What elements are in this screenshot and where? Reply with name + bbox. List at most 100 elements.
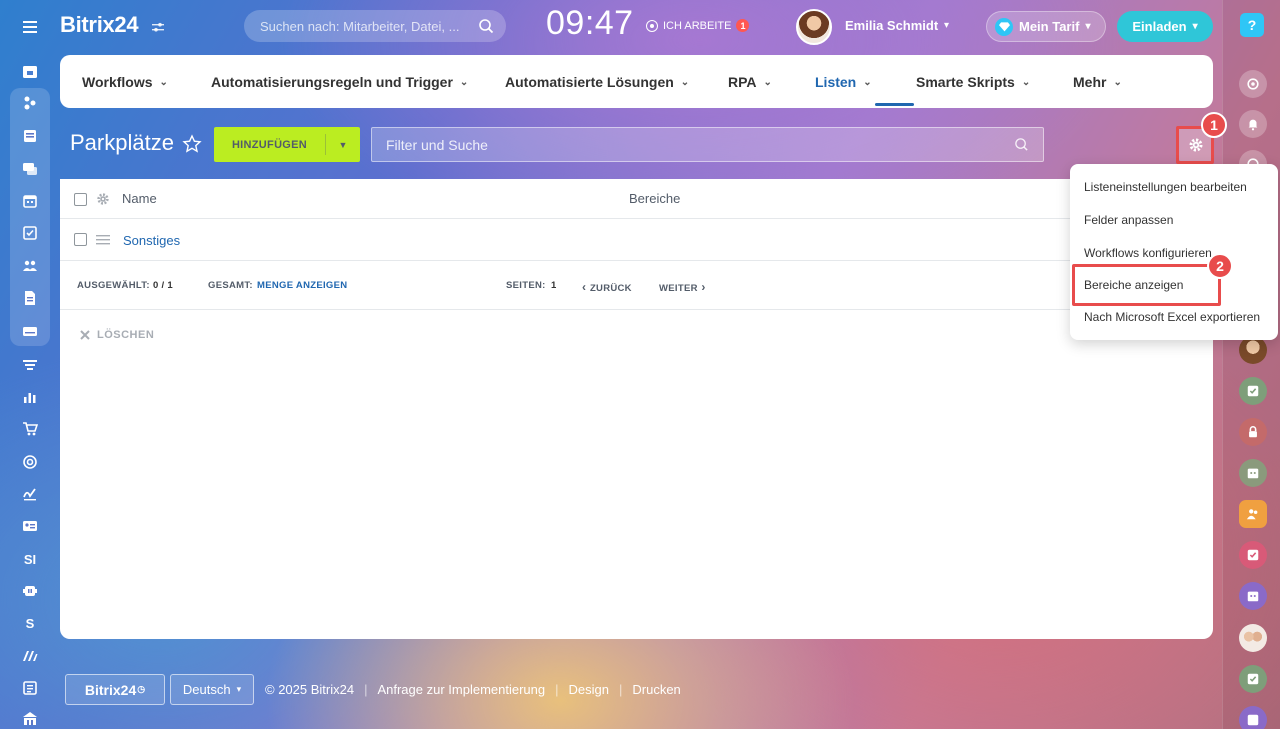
robot-icon[interactable] bbox=[19, 580, 41, 602]
menu-item-customize-fields[interactable]: Felder anpassen bbox=[1084, 213, 1173, 227]
pages-label: SEITEN: bbox=[506, 280, 546, 291]
divider: | bbox=[618, 682, 623, 697]
analytics-icon[interactable] bbox=[19, 386, 41, 408]
tab-automation-rules[interactable]: Automatisierungsregeln und Trigger ⌄ bbox=[211, 74, 468, 90]
task-check-icon[interactable] bbox=[1239, 706, 1267, 729]
tab-label: RPA bbox=[728, 74, 757, 90]
row-menu-icon[interactable] bbox=[96, 234, 110, 246]
contact-avatar[interactable] bbox=[1239, 336, 1267, 364]
delete-label: LÖSCHEN bbox=[97, 329, 155, 341]
prev-page-button[interactable]: ‹ ZURÜCK bbox=[582, 280, 632, 294]
select-all-checkbox[interactable] bbox=[74, 193, 87, 206]
delete-button[interactable]: LÖSCHEN bbox=[80, 329, 154, 341]
footer-link-implementation[interactable]: Anfrage zur Implementierung bbox=[377, 682, 545, 697]
calendar-icon[interactable] bbox=[1239, 459, 1267, 487]
shop-cart-icon[interactable] bbox=[19, 418, 41, 440]
signature-icon[interactable] bbox=[19, 483, 41, 505]
chevron-left-icon: ‹ bbox=[582, 280, 590, 294]
footer-link-design[interactable]: Design bbox=[569, 682, 609, 697]
bitrix24-footer-button[interactable]: Bitrix24 ◷ bbox=[65, 674, 165, 705]
task-check-icon[interactable] bbox=[1239, 665, 1267, 693]
filter-search-input[interactable]: Filter und Suche bbox=[371, 127, 1044, 162]
tab-lists[interactable]: Listen ⌄ bbox=[815, 74, 872, 90]
feed-icon[interactable] bbox=[19, 125, 41, 147]
bitrix24-logo[interactable]: Bitrix24 bbox=[60, 12, 139, 38]
tab-rpa[interactable]: RPA ⌄ bbox=[728, 74, 772, 90]
filter-placeholder: Filter und Suche bbox=[386, 136, 488, 153]
next-page-button[interactable]: WEITER › bbox=[659, 280, 706, 294]
gear-icon[interactable] bbox=[96, 192, 110, 206]
language-select[interactable]: Deutsch ▾ bbox=[170, 674, 254, 705]
invite-button[interactable]: Einladen ▾ bbox=[1117, 11, 1213, 42]
documents-icon[interactable] bbox=[19, 287, 41, 309]
my-tarif-button[interactable]: Mein Tarif ▾ bbox=[986, 11, 1106, 42]
search-icon bbox=[1015, 138, 1028, 151]
divider: | bbox=[364, 682, 368, 697]
add-button[interactable]: HINZUFÜGEN ▼ bbox=[214, 127, 360, 162]
target-icon[interactable] bbox=[19, 451, 41, 473]
tab-label: Automatisierte Lösungen bbox=[505, 74, 674, 90]
filter-funnel-icon[interactable] bbox=[19, 354, 41, 376]
user-name[interactable]: Emilia Schmidt bbox=[845, 18, 938, 33]
task-check-icon[interactable] bbox=[1239, 377, 1267, 405]
calendar-icon[interactable] bbox=[19, 190, 41, 212]
chevron-down-icon: ▾ bbox=[1085, 21, 1091, 32]
chevron-down-icon: ⌄ bbox=[459, 76, 469, 88]
chevron-down-icon[interactable]: ▾ bbox=[944, 20, 949, 31]
footer-link-print[interactable]: Drucken bbox=[632, 682, 680, 697]
work-status-button[interactable]: ICH ARBEITE 1 bbox=[646, 19, 750, 32]
copilot-icon[interactable] bbox=[1239, 70, 1267, 98]
user-avatar[interactable] bbox=[796, 9, 832, 45]
group-chat-avatar[interactable] bbox=[1239, 624, 1267, 652]
home-icon[interactable] bbox=[19, 60, 41, 82]
calendar-icon[interactable] bbox=[1239, 582, 1267, 610]
drive-icon[interactable] bbox=[19, 320, 41, 342]
row-name-link[interactable]: Sonstiges bbox=[123, 233, 180, 248]
column-header-name[interactable]: Name bbox=[122, 191, 157, 206]
bell-icon[interactable] bbox=[1239, 110, 1267, 138]
tab-automated-solutions[interactable]: Automatisierte Lösungen ⌄ bbox=[505, 74, 689, 90]
column-header-bereiche[interactable]: Bereiche bbox=[629, 191, 680, 206]
automation-icon[interactable] bbox=[19, 92, 41, 114]
language-value: Deutsch bbox=[182, 682, 231, 697]
chevron-down-icon: ▾ bbox=[1192, 21, 1198, 32]
sidebar-item-s[interactable]: S bbox=[19, 612, 41, 634]
sidebar-item-si[interactable]: SI bbox=[19, 548, 41, 570]
next-page-label: WEITER bbox=[659, 283, 698, 294]
tasks-icon[interactable] bbox=[19, 222, 41, 244]
sidebar-item-s-label: S bbox=[25, 615, 35, 631]
menu-item-configure-workflows[interactable]: Workflows konfigurieren bbox=[1084, 246, 1212, 260]
settings-sliders-icon[interactable] bbox=[150, 19, 166, 35]
work-status-badge: 1 bbox=[736, 19, 750, 32]
help-button[interactable]: ? bbox=[1240, 13, 1264, 37]
task-check-icon[interactable] bbox=[1239, 541, 1267, 569]
chevron-down-icon: ⌄ bbox=[763, 76, 772, 88]
sidebar-item-si-label: SI bbox=[23, 551, 37, 567]
contact-card-icon[interactable] bbox=[19, 515, 41, 537]
chevron-down-icon[interactable]: ▼ bbox=[326, 140, 360, 150]
tab-label: Smarte Skripts bbox=[916, 74, 1015, 90]
checklist-icon[interactable] bbox=[19, 677, 41, 699]
add-button-label: HINZUFÜGEN bbox=[231, 138, 308, 151]
bank-icon[interactable] bbox=[19, 708, 41, 729]
menu-item-edit-list-settings[interactable]: Listeneinstellungen bearbeiten bbox=[1084, 180, 1247, 194]
employees-icon[interactable] bbox=[19, 255, 41, 277]
tab-workflows[interactable]: Workflows ⌄ bbox=[82, 74, 168, 90]
tab-smart-scripts[interactable]: Smarte Skripts ⌄ bbox=[916, 74, 1030, 90]
search-placeholder: Suchen nach: Mitarbeiter, Datei, ... bbox=[260, 18, 460, 34]
menu-item-export-excel[interactable]: Nach Microsoft Excel exportieren bbox=[1084, 310, 1260, 324]
chevron-down-icon: ⌄ bbox=[680, 76, 690, 88]
row-checkbox[interactable] bbox=[74, 233, 87, 246]
tab-more[interactable]: Mehr ⌄ bbox=[1073, 74, 1122, 90]
marketing-icon[interactable] bbox=[19, 645, 41, 667]
selected-count: 0 / 1 bbox=[153, 280, 173, 291]
navigation-tabs: Workflows ⌄ Automatisierungsregeln und Tr… bbox=[60, 55, 1213, 108]
global-search-input[interactable]: Suchen nach: Mitarbeiter, Datei, ... bbox=[244, 10, 506, 42]
show-count-link[interactable]: MENGE ANZEIGEN bbox=[257, 280, 347, 291]
chat-icon[interactable] bbox=[19, 158, 41, 180]
lock-icon[interactable] bbox=[1239, 418, 1267, 446]
group-icon[interactable] bbox=[1239, 500, 1267, 528]
star-icon[interactable] bbox=[182, 134, 202, 154]
list-grid: Name Bereiche Sonstiges AUSGEWÄHLT: 0 / … bbox=[60, 179, 1213, 639]
current-page[interactable]: 1 bbox=[551, 280, 557, 291]
